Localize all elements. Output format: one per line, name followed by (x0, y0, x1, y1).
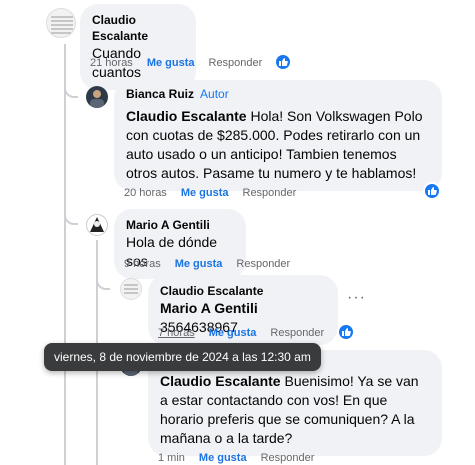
comment-actions: 21 horas Me gusta Responder (90, 57, 276, 69)
comment-text: Claudio Escalante Hola! Son Volkswagen P… (126, 108, 423, 181)
avatar-photo-icon (90, 90, 104, 108)
like-reaction-icon[interactable] (423, 182, 441, 200)
like-reaction-icon[interactable] (274, 53, 292, 71)
comment-author[interactable]: Bianca Ruiz (126, 87, 194, 101)
comment-time[interactable]: 20 horas (124, 187, 167, 199)
like-button[interactable]: Me gusta (209, 327, 257, 339)
avatar-pattern-icon (51, 16, 73, 34)
author-badge: Autor (200, 87, 229, 101)
avatar[interactable] (86, 86, 108, 108)
reply-button[interactable]: Responder (261, 452, 315, 464)
avatar[interactable] (120, 278, 142, 300)
comment-actions: 1 min Me gusta Responder (158, 452, 328, 464)
comment-time[interactable]: 7 horas (158, 327, 195, 339)
thread-line-main (64, 44, 66, 465)
avatar-photo-icon (90, 217, 104, 232)
thread-connector (64, 200, 78, 225)
reply-button[interactable]: Responder (243, 187, 297, 199)
comment-time[interactable]: 21 horas (90, 57, 133, 69)
mention-link[interactable]: Claudio Escalante (126, 108, 247, 124)
comment-text: Claudio Escalante Buenisimo! Ya se van a… (160, 373, 419, 446)
like-button[interactable]: Me gusta (175, 258, 223, 270)
comment-actions: 20 horas Me gusta Responder (124, 187, 310, 199)
like-button[interactable]: Me gusta (181, 187, 229, 199)
avatar[interactable] (86, 214, 108, 236)
comment-time[interactable]: 1 min (158, 452, 185, 464)
mention-link[interactable]: Mario A Gentili (160, 300, 258, 316)
reply-button[interactable]: Responder (236, 258, 290, 270)
comment-actions: 9 horas Me gusta Responder (124, 258, 304, 270)
reply-button[interactable]: Responder (270, 327, 324, 339)
comment-author[interactable]: Claudio Escalante (92, 12, 184, 44)
avatar[interactable] (46, 8, 76, 38)
thread-connector (64, 80, 78, 98)
like-button[interactable]: Me gusta (199, 452, 247, 464)
more-options-button[interactable]: ··· (347, 289, 366, 307)
timestamp-tooltip: viernes, 8 de noviembre de 2024 a las 12… (44, 343, 321, 371)
comment-bubble: Claudio Escalante Cuando cuantos (80, 4, 196, 90)
like-reaction-icon[interactable] (337, 323, 355, 341)
like-button[interactable]: Me gusta (147, 57, 195, 69)
mention-link[interactable]: Claudio Escalante (160, 373, 281, 389)
comment-time[interactable]: 9 horas (124, 258, 161, 270)
comment-bubble: Bianca Ruiz Autor Claudio Escalante Hola!… (114, 80, 442, 191)
comment-author[interactable]: Mario A Gentili (126, 217, 234, 233)
avatar-pattern-icon (124, 284, 138, 294)
thread-connector (96, 268, 110, 290)
reply-button[interactable]: Responder (209, 57, 263, 69)
comment-author[interactable]: Claudio Escalante (160, 283, 326, 299)
comment-actions: 7 horas Me gusta Responder (158, 327, 338, 339)
